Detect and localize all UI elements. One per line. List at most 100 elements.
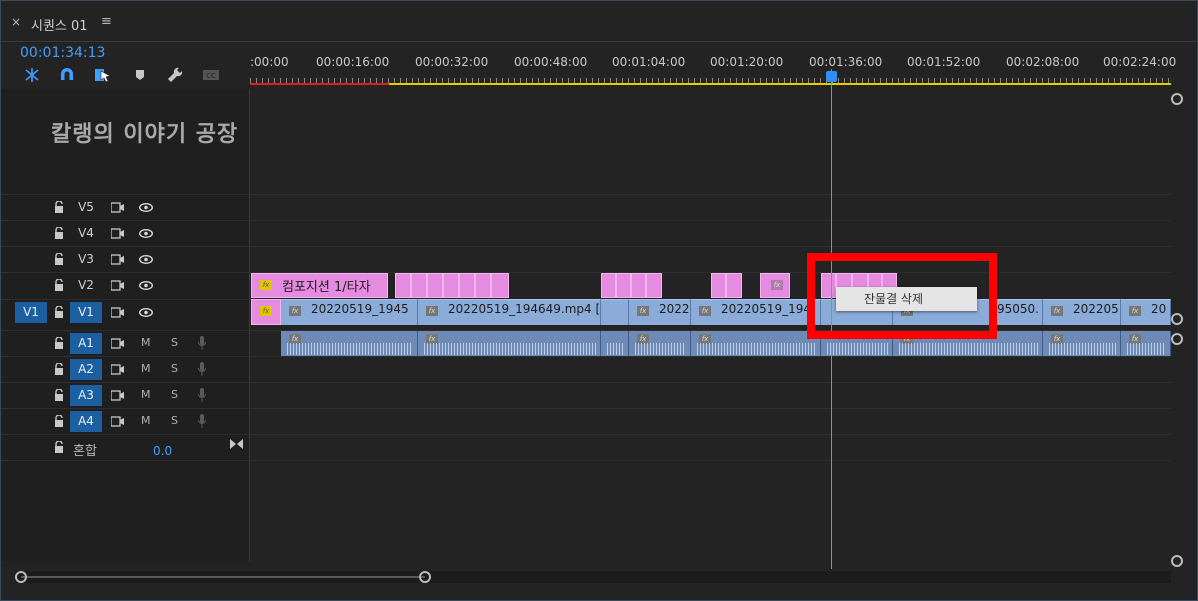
eye-icon[interactable] [139,308,153,317]
playhead-timecode[interactable]: 00:01:34:13 [20,45,105,61]
solo-button[interactable]: S [171,388,178,401]
clip-video[interactable]: fx 20220519_194 [691,299,821,325]
scroll-handle-left[interactable] [15,571,27,583]
solo-button[interactable]: S [171,336,178,349]
close-icon[interactable]: × [11,15,21,29]
marker-icon[interactable] [130,65,150,85]
clip-graphic[interactable] [475,273,491,298]
lock-icon[interactable] [54,389,64,401]
render-bar-red [250,83,389,85]
clip-audio[interactable]: fx [1043,331,1121,356]
clip-video[interactable]: fx 202205 [1043,299,1121,325]
scroll-handle-mid2[interactable] [1171,333,1183,345]
clip-audio[interactable]: fx [691,331,821,356]
clip-graphic[interactable] [631,273,646,298]
clip-graphic[interactable]: fx [760,273,790,298]
eye-icon[interactable] [139,281,153,290]
clip-graphic[interactable] [395,273,411,298]
clip-video[interactable]: fx 20 [1121,299,1171,325]
sync-lock-icon[interactable] [111,254,124,265]
sync-lock-icon[interactable] [111,390,124,401]
clip-graphic-composition[interactable]: fx 컴포지션 1/타자 [251,273,388,298]
track-name-v1[interactable]: V1 [70,302,102,323]
mute-button[interactable]: M [141,362,151,375]
lock-icon[interactable] [54,201,64,213]
clip-graphic[interactable] [726,273,742,298]
microphone-icon[interactable] [198,362,206,376]
lock-icon[interactable] [54,227,64,239]
microphone-icon[interactable] [198,336,206,350]
panel-menu-icon[interactable]: ≡ [101,14,112,29]
mute-button[interactable]: M [141,388,151,401]
clip-graphic[interactable] [459,273,475,298]
track-name-a1[interactable]: A1 [70,333,102,354]
clip-graphic[interactable] [711,273,726,298]
clip-audio[interactable]: fx [418,331,601,356]
clip-graphic[interactable] [443,273,459,298]
horizontal-scrollbar[interactable] [15,571,1171,583]
clip-graphic[interactable] [601,273,616,298]
track-name-a3[interactable]: A3 [70,385,102,406]
clip-graphic[interactable] [491,273,509,298]
clip-audio[interactable]: fx [629,331,691,356]
ripple-insert-icon[interactable] [22,65,42,85]
lock-icon[interactable] [54,279,64,291]
track-name-v5[interactable]: V5 [70,197,102,218]
lock-icon[interactable] [54,363,64,375]
track-name-v4[interactable]: V4 [70,223,102,244]
lock-icon[interactable] [54,337,64,349]
clip-graphic[interactable]: fx [251,299,281,325]
eye-icon[interactable] [139,229,153,238]
linked-selection-icon[interactable] [93,65,113,85]
scroll-handle-mid[interactable] [1171,313,1183,325]
microphone-icon[interactable] [198,414,206,428]
solo-button[interactable]: S [171,414,178,427]
sync-lock-icon[interactable] [111,228,124,239]
clip-audio[interactable] [601,331,629,356]
clip-video[interactable]: fx 2022 [629,299,691,325]
scroll-handle-bottom[interactable] [1171,555,1183,567]
track-name-a2[interactable]: A2 [70,359,102,380]
sync-lock-icon[interactable] [111,416,124,427]
clip-graphic[interactable] [646,273,662,298]
eye-icon[interactable] [139,255,153,264]
scroll-handle-top[interactable] [1171,93,1183,105]
clip-video[interactable]: fx 20220519_1945 [281,299,418,325]
clip-graphic[interactable] [411,273,427,298]
clip-graphic[interactable] [427,273,443,298]
lock-icon[interactable] [54,441,64,453]
mute-button[interactable]: M [141,414,151,427]
clip-video[interactable]: fx 20220519_194649.mp4 [ [418,299,601,325]
playhead-handle[interactable] [826,71,837,82]
source-patch-v1[interactable]: V1 [15,302,47,323]
mute-button[interactable]: M [141,336,151,349]
track-name-v2[interactable]: V2 [70,275,102,296]
lock-icon[interactable] [54,415,64,427]
microphone-icon[interactable] [198,388,206,402]
mix-collapse-icon[interactable] [230,439,243,449]
clip-audio[interactable]: fx [1121,331,1171,356]
snap-magnet-icon[interactable] [57,65,77,85]
mix-volume[interactable]: 0.0 [153,444,172,458]
sync-lock-icon[interactable] [111,202,124,213]
lock-icon[interactable] [54,253,64,265]
track-name-a4[interactable]: A4 [70,411,102,432]
wrench-settings-icon[interactable] [165,65,185,85]
clip-video[interactable] [601,299,629,325]
clip-audio[interactable]: fx [281,331,418,356]
solo-button[interactable]: S [171,362,178,375]
track-name-v3[interactable]: V3 [70,249,102,270]
sync-lock-icon[interactable] [111,364,124,375]
sequence-tab-title[interactable]: 시퀀스 01 [31,15,88,34]
time-ruler[interactable]: :00:00 00:00:16:00 00:00:32:00 00:00:48:… [250,45,1176,87]
scroll-handle-right[interactable] [419,571,431,583]
sync-lock-icon[interactable] [111,280,124,291]
lock-icon[interactable] [54,306,64,318]
eye-icon[interactable] [139,203,153,212]
vertical-scrollbar[interactable] [1171,89,1183,567]
sync-lock-icon[interactable] [111,338,124,349]
scroll-thumb[interactable] [21,576,425,578]
captions-icon[interactable]: CC [201,65,221,85]
sync-lock-icon[interactable] [111,307,124,318]
clip-graphic[interactable] [616,273,631,298]
